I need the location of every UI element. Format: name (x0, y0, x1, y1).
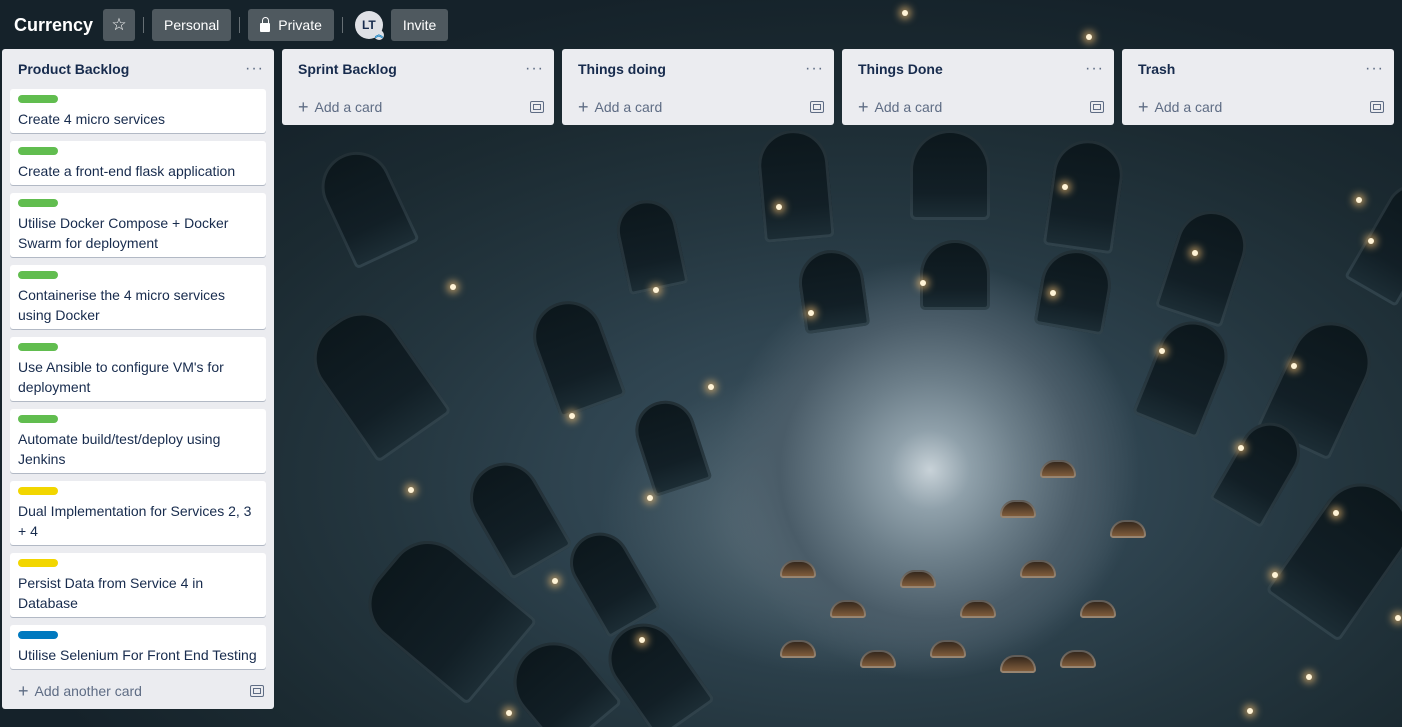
card-title: Dual Implementation for Services 2, 3 + … (18, 503, 252, 539)
list-title[interactable]: Things doing (578, 61, 666, 77)
card-title: Automate build/test/deploy using Jenkins (18, 431, 221, 467)
add-card-label: Add a card (594, 99, 663, 115)
plus-icon: + (858, 97, 869, 117)
card-label-green (18, 95, 58, 103)
card-label-blue (18, 631, 58, 639)
card-label-green (18, 271, 58, 279)
plus-icon: + (18, 681, 29, 701)
more-horizontal-icon[interactable]: ··· (525, 61, 544, 77)
add-card-button[interactable]: + Add a card (578, 97, 663, 117)
add-card-button[interactable]: + Add a card (858, 97, 943, 117)
card[interactable]: Utilise Selenium For Front End Testing (10, 625, 266, 669)
list-sprint-backlog: Sprint Backlog ··· + Add a card (282, 49, 554, 125)
add-card-row: + Add a card (842, 89, 1114, 125)
list-header: Things doing ··· (562, 49, 834, 89)
header-divider (341, 17, 343, 33)
list-title[interactable]: Trash (1138, 61, 1175, 77)
lock-icon (260, 16, 271, 32)
list-product-backlog: Product Backlog ··· Create 4 micro servi… (2, 49, 274, 709)
card-list: Create 4 micro services Create a front-e… (2, 89, 274, 669)
plus-icon: + (1138, 97, 1149, 117)
list-title[interactable]: Sprint Backlog (298, 61, 397, 77)
add-card-row: + Add a card (282, 89, 554, 125)
card[interactable]: Utilise Docker Compose + Docker Swarm fo… (10, 193, 266, 257)
card-template-icon[interactable] (810, 101, 824, 113)
more-horizontal-icon[interactable]: ··· (1365, 61, 1384, 77)
list-header: Product Backlog ··· (2, 49, 274, 89)
board-title[interactable]: Currency (14, 15, 93, 36)
workspace-button[interactable]: Personal (152, 9, 232, 41)
list-title[interactable]: Product Backlog (18, 61, 129, 77)
card-template-icon[interactable] (1090, 101, 1104, 113)
avatar-initials: LT (361, 18, 376, 32)
card-title: Use Ansible to configure VM's for deploy… (18, 359, 224, 395)
card-template-icon[interactable] (1370, 101, 1384, 113)
card[interactable]: Automate build/test/deploy using Jenkins (10, 409, 266, 473)
card-title: Containerise the 4 micro services using … (18, 287, 225, 323)
header-divider (143, 17, 145, 33)
invite-button[interactable]: Invite (390, 9, 449, 41)
plus-icon: + (298, 97, 309, 117)
card-label-green (18, 147, 58, 155)
add-card-row: + Add a card (562, 89, 834, 125)
add-card-label: Add a card (874, 99, 943, 115)
card-template-icon[interactable] (250, 685, 264, 697)
board-header: Currency ☆ Personal Private LT ︽ Invite (0, 0, 1402, 50)
card-label-green (18, 415, 58, 423)
add-another-card-button[interactable]: + Add another card (18, 681, 142, 701)
card-title: Create 4 micro services (18, 111, 166, 127)
add-card-button[interactable]: + Add a card (298, 97, 383, 117)
header-divider (239, 17, 241, 33)
add-card-button[interactable]: + Add a card (1138, 97, 1223, 117)
more-horizontal-icon[interactable]: ··· (805, 61, 824, 77)
list-header: Sprint Backlog ··· (282, 49, 554, 89)
card[interactable]: Use Ansible to configure VM's for deploy… (10, 337, 266, 401)
card-title: Utilise Docker Compose + Docker Swarm fo… (18, 215, 229, 251)
admin-chevron-icon: ︽ (373, 30, 384, 40)
list-trash: Trash ··· + Add a card (1122, 49, 1394, 125)
card-label-yellow (18, 487, 58, 495)
card[interactable]: Containerise the 4 micro services using … (10, 265, 266, 329)
star-button[interactable]: ☆ (103, 9, 136, 41)
more-horizontal-icon[interactable]: ··· (1085, 61, 1104, 77)
card-label-green (18, 343, 58, 351)
list-header: Things Done ··· (842, 49, 1114, 89)
add-card-row: + Add another card (2, 673, 274, 709)
add-card-label: Add a card (314, 99, 383, 115)
visibility-button[interactable]: Private (248, 9, 334, 41)
list-header: Trash ··· (1122, 49, 1394, 89)
star-icon: ☆ (111, 15, 127, 34)
card[interactable]: Create a front-end flask application (10, 141, 266, 185)
add-card-row: + Add a card (1122, 89, 1394, 125)
card[interactable]: Dual Implementation for Services 2, 3 + … (10, 481, 266, 545)
card-template-icon[interactable] (530, 101, 544, 113)
more-horizontal-icon[interactable]: ··· (245, 61, 264, 77)
list-things-doing: Things doing ··· + Add a card (562, 49, 834, 125)
list-title[interactable]: Things Done (858, 61, 943, 77)
member-avatar[interactable]: LT ︽ (354, 11, 384, 40)
card-label-yellow (18, 559, 58, 567)
visibility-label: Private (278, 17, 322, 33)
card-title: Persist Data from Service 4 in Database (18, 575, 204, 611)
plus-icon: + (578, 97, 589, 117)
card-title: Create a front-end flask application (18, 163, 236, 179)
card[interactable]: Persist Data from Service 4 in Database (10, 553, 266, 617)
add-card-label: Add a card (1154, 99, 1223, 115)
card-title: Utilise Selenium For Front End Testing (18, 647, 257, 663)
card-label-green (18, 199, 58, 207)
list-things-done: Things Done ··· + Add a card (842, 49, 1114, 125)
card[interactable]: Create 4 micro services (10, 89, 266, 133)
add-card-label: Add another card (34, 683, 142, 699)
